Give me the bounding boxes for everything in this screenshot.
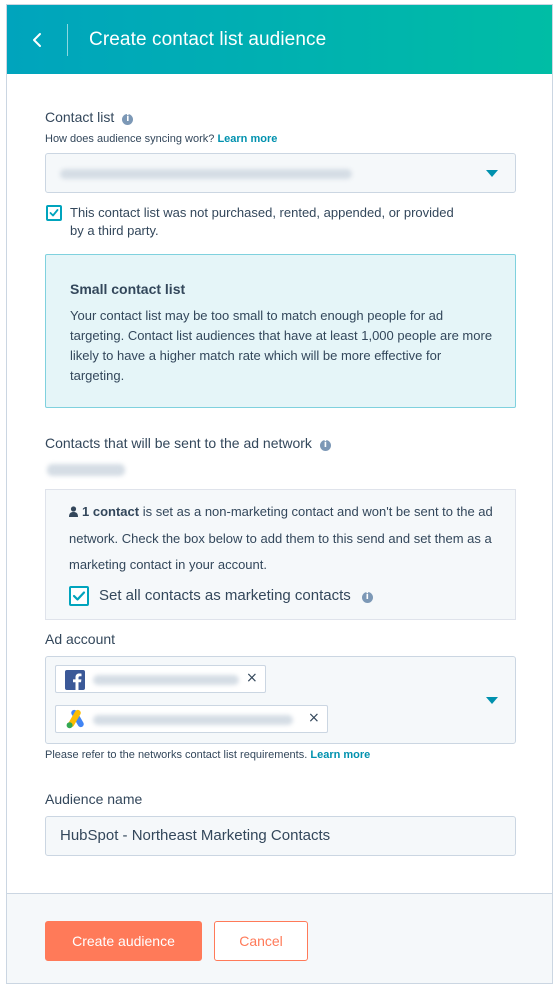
google-ads-icon bbox=[65, 709, 87, 734]
ad-account-chip-google: × bbox=[55, 705, 328, 733]
contact-list-label-text: Contact list bbox=[45, 109, 115, 125]
audience-name-label: Audience name bbox=[45, 791, 143, 807]
third-party-label-line2: by a third party. bbox=[70, 223, 159, 238]
third-party-checkbox[interactable] bbox=[46, 205, 62, 221]
panel-footer: Create audience Cancel bbox=[7, 893, 552, 983]
contacts-sent-label-text: Contacts that will be sent to the ad net… bbox=[45, 435, 312, 451]
alert-title: Small contact list bbox=[70, 281, 186, 297]
info-icon[interactable]: i bbox=[319, 440, 331, 451]
learn-more-link[interactable]: Learn more bbox=[310, 749, 370, 761]
info-icon[interactable]: i bbox=[122, 114, 134, 125]
person-icon bbox=[69, 500, 78, 526]
ad-account-select[interactable]: × × bbox=[45, 656, 516, 744]
ad-account-note: Please refer to the networks contact lis… bbox=[45, 749, 370, 761]
contact-list-help-text: How does audience syncing work? bbox=[45, 133, 215, 145]
info-icon[interactable]: i bbox=[361, 592, 373, 603]
third-party-label-line1: This contact list was not purchased, ren… bbox=[70, 205, 454, 220]
checkmark-icon bbox=[49, 209, 59, 217]
marketing-contacts-checkbox[interactable] bbox=[69, 586, 89, 606]
ad-account-chip-facebook: × bbox=[55, 665, 266, 693]
ad-account-label: Ad account bbox=[45, 631, 116, 647]
third-party-label: This contact list was not purchased, ren… bbox=[70, 204, 520, 240]
learn-more-link[interactable]: Learn more bbox=[217, 133, 277, 145]
alert-body: Your contact list may be too small to ma… bbox=[70, 308, 493, 383]
back-button[interactable] bbox=[7, 5, 67, 74]
contact-list-select[interactable] bbox=[45, 153, 516, 193]
facebook-icon bbox=[65, 670, 85, 695]
audience-name-input[interactable]: HubSpot - Northeast Marketing Contacts bbox=[45, 816, 516, 856]
marketing-contacts-label: Set all contacts as marketing contacts i bbox=[99, 586, 373, 606]
caret-down-icon bbox=[486, 697, 498, 704]
redacted-account-name bbox=[93, 715, 293, 725]
checkmark-icon bbox=[72, 591, 86, 601]
cancel-button[interactable]: Cancel bbox=[214, 921, 308, 961]
marketing-contacts-label-text: Set all contacts as marketing contacts bbox=[99, 587, 351, 604]
create-audience-panel: Create contact list audience Contact lis… bbox=[6, 4, 553, 984]
caret-down-icon bbox=[486, 170, 498, 177]
redacted-list-name bbox=[60, 169, 352, 179]
non-marketing-message: 1 contact is set as a non-marketing cont… bbox=[69, 499, 509, 578]
contact-count: 1 contact bbox=[82, 504, 140, 519]
ad-account-note-text: Please refer to the networks contact lis… bbox=[45, 749, 308, 761]
page-title: Create contact list audience bbox=[89, 28, 327, 50]
contact-list-help: How does audience syncing work? Learn mo… bbox=[45, 133, 277, 145]
contact-list-label: Contact list i bbox=[45, 109, 134, 125]
remove-account-close-icon[interactable]: × bbox=[308, 710, 320, 726]
panel-header: Create contact list audience bbox=[7, 5, 552, 74]
redacted-count bbox=[47, 464, 125, 476]
contacts-sent-label: Contacts that will be sent to the ad net… bbox=[45, 435, 331, 451]
remove-account-close-icon[interactable]: × bbox=[246, 670, 258, 686]
header-divider bbox=[67, 23, 68, 56]
small-list-alert: Small contact list Your contact list may… bbox=[45, 254, 516, 408]
non-marketing-notice: 1 contact is set as a non-marketing cont… bbox=[45, 489, 516, 620]
chevron-left-icon bbox=[32, 32, 42, 48]
create-audience-button[interactable]: Create audience bbox=[45, 921, 202, 961]
redacted-account-name bbox=[93, 675, 239, 685]
